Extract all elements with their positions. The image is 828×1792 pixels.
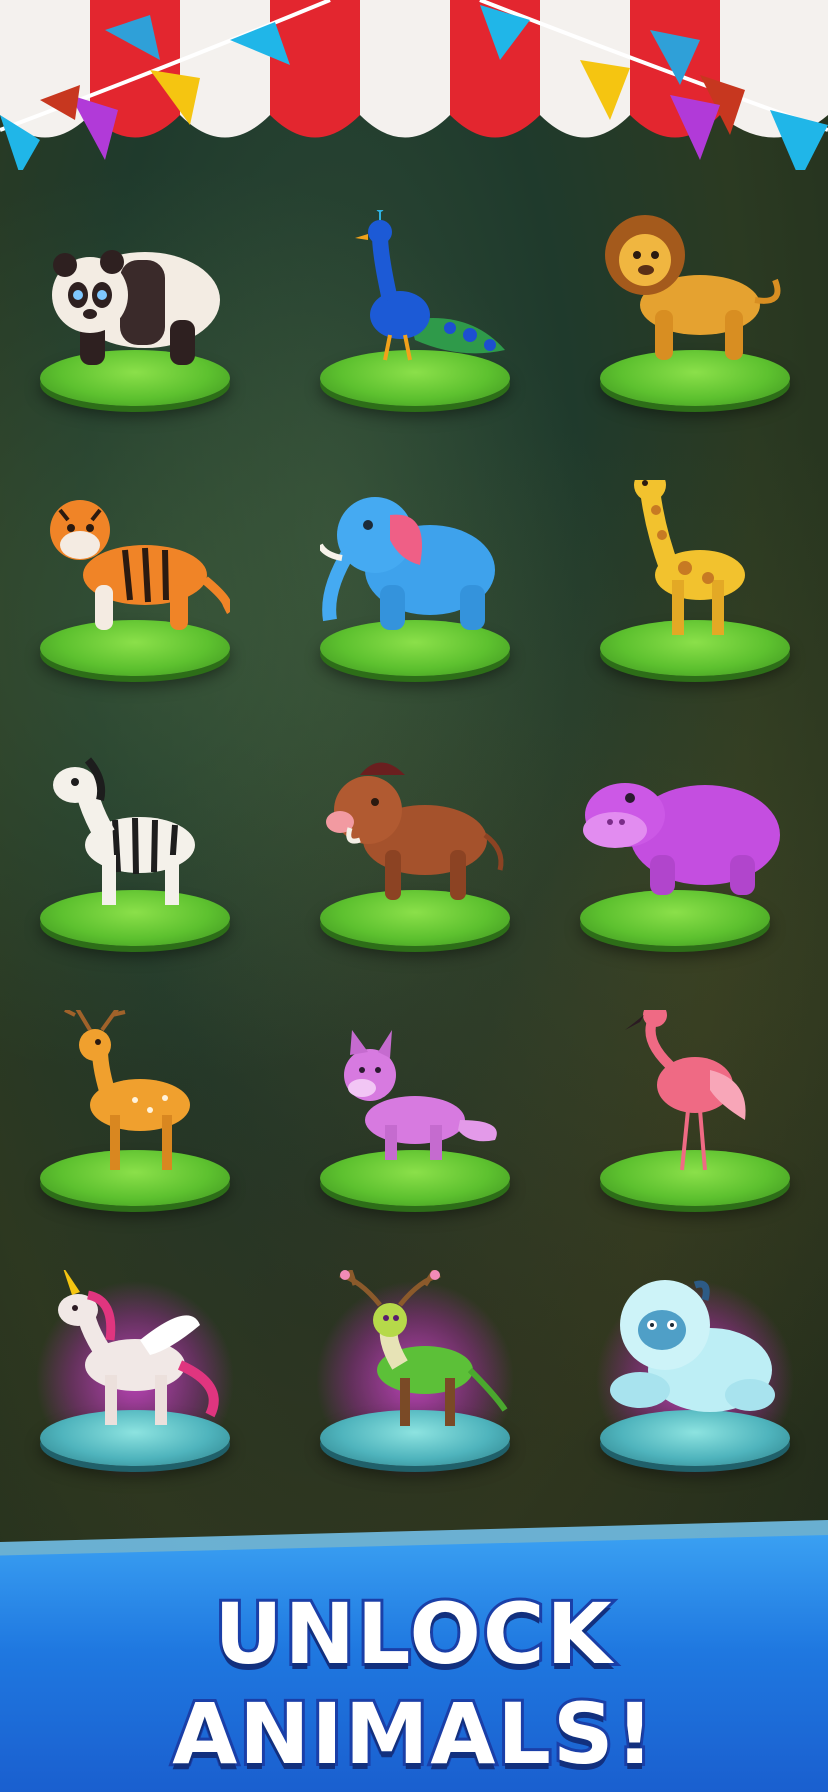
hippo-icon [583,783,780,895]
unicorn-icon [58,1270,219,1425]
animal-card-hippo[interactable] [570,740,780,970]
headline-line-1: UNLOCK [211,1582,614,1686]
flamingo-icon [625,1010,746,1171]
animal-card-peacock[interactable] [310,200,520,430]
animal-card-flamingo[interactable] [590,1000,800,1230]
yeti-icon [610,1280,775,1412]
animal-card-warthog[interactable] [310,740,520,970]
fox-icon [344,1030,497,1160]
animal-card-forest-stag[interactable] [310,1260,520,1490]
circus-awning [0,0,828,170]
panda-icon [52,250,220,365]
animal-card-deer[interactable] [30,1000,240,1230]
headline-line-2: ANIMALS! [169,1682,657,1786]
peacock-icon [355,210,505,361]
lion-icon [605,215,781,360]
animal-card-lion[interactable] [590,200,800,430]
animal-card-zebra[interactable] [30,740,240,970]
forest-stag-icon [339,1270,508,1426]
warthog-icon [326,762,504,900]
animal-card-fox[interactable] [310,1000,520,1230]
animal-card-tiger[interactable] [30,470,240,700]
zebra-icon [53,757,195,905]
animal-card-unicorn[interactable] [30,1260,240,1490]
elephant-icon [320,497,495,630]
animal-card-giraffe[interactable] [590,470,800,700]
deer-icon [64,1010,190,1170]
animal-card-yeti[interactable] [590,1260,800,1490]
tiger-icon [50,500,230,630]
animal-grid [0,170,828,1520]
giraffe-icon [634,480,745,635]
animal-card-elephant[interactable] [310,470,520,700]
animal-card-panda[interactable] [30,200,240,430]
